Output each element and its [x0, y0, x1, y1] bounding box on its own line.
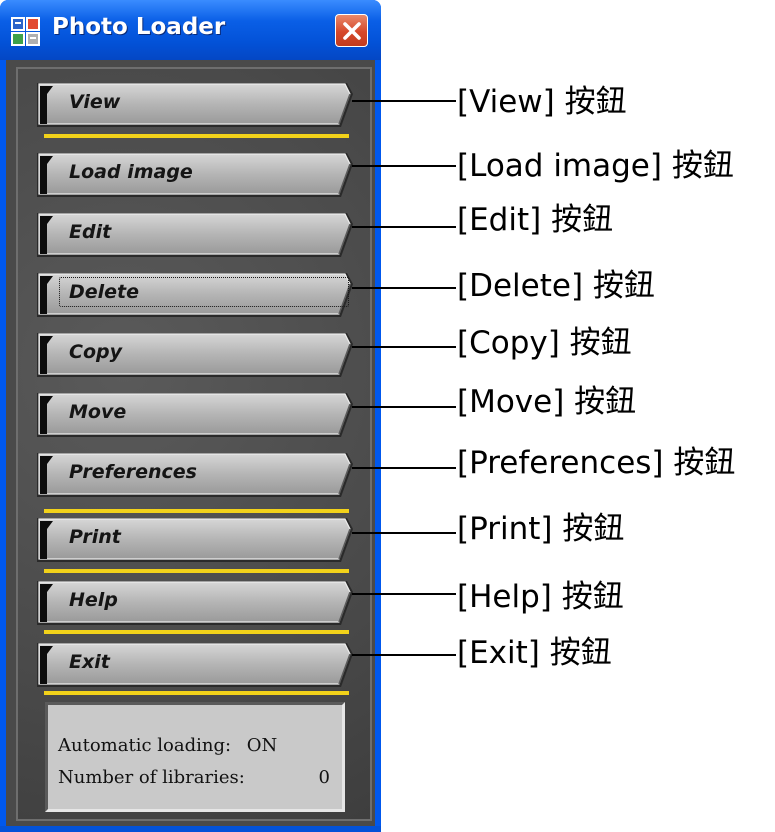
edit-button-label: Edit — [69, 221, 112, 243]
view-button[interactable]: View — [35, 80, 355, 130]
annotation-leader-line — [352, 287, 456, 289]
annotation-label: [Preferences] 按鈕 — [457, 445, 736, 481]
annotation-leader-line — [352, 593, 456, 595]
annotation-label: [Help] 按鈕 — [457, 579, 624, 615]
preferences-button-label: Preferences — [69, 461, 197, 483]
window-bottom-border — [0, 826, 381, 832]
view-button-label: View — [69, 91, 121, 113]
annotation-leader-line — [352, 406, 456, 408]
automatic-loading-row: Automatic loading: ON — [58, 735, 338, 756]
separator-3 — [44, 569, 349, 573]
separator-5 — [44, 691, 349, 695]
annotation-label: [Print] 按鈕 — [457, 511, 625, 547]
annotation-label: [Exit] 按鈕 — [457, 635, 612, 671]
load-image-button[interactable]: Load image — [35, 150, 355, 200]
annotation-label: [Load image] 按鈕 — [457, 148, 734, 184]
move-button-label: Move — [69, 401, 127, 423]
annotation-label: [Delete] 按鈕 — [457, 268, 655, 304]
annotation-label: [Copy] 按鈕 — [457, 325, 632, 361]
help-button[interactable]: Help — [35, 578, 355, 628]
close-button[interactable] — [335, 14, 368, 47]
libraries-row: Number of libraries: 0 — [58, 767, 338, 788]
preferences-button[interactable]: Preferences — [35, 450, 355, 500]
load-image-button-label: Load image — [69, 161, 193, 183]
separator-1 — [44, 134, 349, 138]
automatic-loading-label: Automatic loading: — [58, 735, 232, 756]
photo-loader-app-icon — [11, 17, 40, 46]
separator-2 — [44, 509, 349, 513]
status-panel: Automatic loading: ON Number of librarie… — [45, 702, 345, 812]
delete-button[interactable]: Delete — [35, 270, 355, 320]
annotation-leader-line — [352, 226, 456, 228]
copy-button-label: Copy — [69, 341, 122, 363]
annotation-label: [Edit] 按鈕 — [457, 202, 614, 238]
annotation-label: [View] 按鈕 — [457, 84, 627, 120]
libraries-value: 0 — [318, 767, 330, 788]
exit-button[interactable]: Exit — [35, 640, 355, 690]
annotation-leader-line — [352, 532, 456, 534]
annotation-leader-line — [352, 100, 456, 102]
delete-button-label: Delete — [69, 281, 140, 303]
annotation-leader-line — [352, 165, 456, 167]
automatic-loading-value: ON — [246, 735, 278, 756]
window-title: Photo Loader — [52, 14, 226, 40]
libraries-label: Number of libraries: — [58, 767, 245, 788]
edit-button[interactable]: Edit — [35, 210, 355, 260]
annotation-leader-line — [352, 346, 456, 348]
print-button-label: Print — [69, 526, 121, 548]
help-button-label: Help — [69, 589, 118, 611]
annotation-leader-line — [352, 654, 456, 656]
close-icon — [343, 22, 361, 40]
print-button[interactable]: Print — [35, 515, 355, 565]
separator-4 — [44, 630, 349, 634]
move-button[interactable]: Move — [35, 390, 355, 440]
annotation-label: [Move] 按鈕 — [457, 384, 637, 420]
title-bar[interactable]: Photo Loader — [0, 0, 381, 60]
copy-button[interactable]: Copy — [35, 330, 355, 380]
exit-button-label: Exit — [69, 651, 110, 673]
annotation-leader-line — [352, 467, 456, 469]
